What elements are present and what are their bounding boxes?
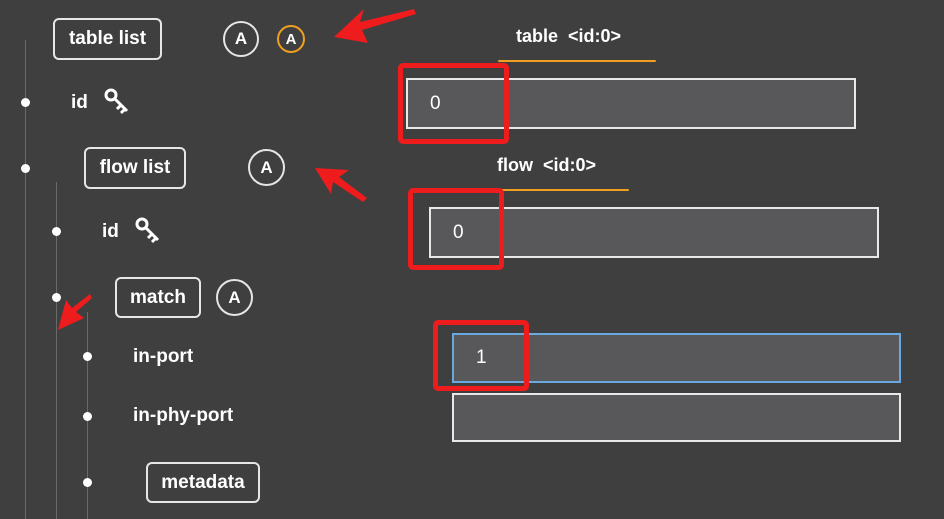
annotation-arrow bbox=[58, 294, 92, 330]
in-port-label: in-port bbox=[133, 346, 194, 367]
tree-line-root bbox=[25, 40, 26, 519]
tree-bullet bbox=[52, 227, 61, 236]
tree-bullet bbox=[21, 164, 30, 173]
key-icon bbox=[135, 217, 160, 244]
add-table-alt-button[interactable]: A bbox=[277, 25, 305, 53]
table-list-button[interactable]: table list bbox=[53, 18, 162, 60]
in-phy-port-input[interactable] bbox=[452, 393, 901, 442]
flow-tab-title[interactable]: flow <id:0> bbox=[497, 155, 596, 176]
annotation-box bbox=[408, 188, 504, 270]
annotation-arrow bbox=[334, 9, 416, 43]
flow-id-label: id bbox=[102, 221, 119, 242]
table-tab-title[interactable]: table <id:0> bbox=[516, 26, 621, 47]
table-id-label: id bbox=[71, 92, 88, 113]
tree-bullet bbox=[83, 478, 92, 487]
tree-bullet bbox=[21, 98, 30, 107]
tree-bullet bbox=[83, 352, 92, 361]
annotation-arrow bbox=[315, 168, 367, 202]
in-phy-port-label: in-phy-port bbox=[133, 405, 234, 426]
annotation-box bbox=[433, 320, 529, 391]
key-icon bbox=[104, 88, 129, 115]
add-flow-button[interactable]: A bbox=[248, 149, 285, 186]
annotation-box bbox=[398, 63, 509, 144]
add-match-button[interactable]: A bbox=[216, 279, 253, 316]
tree-bullet bbox=[83, 412, 92, 421]
add-table-button[interactable]: A bbox=[223, 21, 259, 57]
metadata-button[interactable]: metadata bbox=[146, 462, 260, 503]
match-button[interactable]: match bbox=[115, 277, 201, 318]
flow-list-button[interactable]: flow list bbox=[84, 147, 186, 189]
table-tab-underline bbox=[498, 60, 656, 62]
